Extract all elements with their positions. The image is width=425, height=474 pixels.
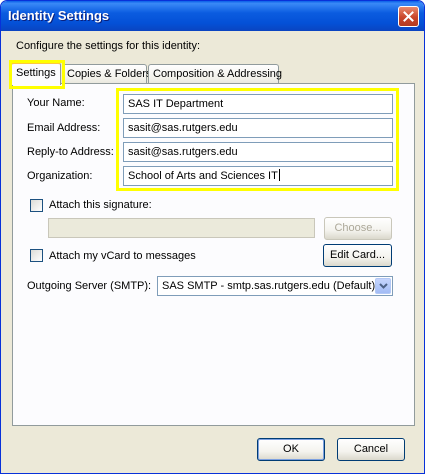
email-label: Email Address: [27,122,101,134]
your-name-label: Your Name: [27,97,85,109]
title-bar[interactable]: Identity Settings [1,1,424,31]
attach-signature-label: Attach this signature: [49,199,152,211]
tab-label: Settings [16,67,56,79]
organization-label: Organization: [27,170,93,182]
reply-to-label: Reply-to Address: [27,146,114,158]
attach-vcard-checkbox[interactable] [30,249,43,262]
attach-vcard-label: Attach my vCard to messages [49,250,196,262]
outgoing-server-value: SAS SMTP - smtp.sas.rutgers.edu (Default… [162,280,376,292]
signature-path-field[interactable] [48,218,315,238]
chevron-down-icon[interactable] [375,278,391,294]
tab-settings[interactable]: Settings [11,62,61,85]
window-title: Identity Settings [8,8,110,23]
intro-text: Configure the settings for this identity… [16,40,201,52]
outgoing-server-select[interactable]: SAS SMTP - smtp.sas.rutgers.edu (Default… [157,276,393,296]
attach-signature-checkbox[interactable] [30,199,43,212]
tab-label: Copies & Folders [67,68,152,80]
tab-composition-addressing[interactable]: Composition & Addressing [148,64,283,84]
tab-label: Composition & Addressing [153,68,283,80]
edit-card-button[interactable]: Edit Card... [323,244,392,267]
close-button[interactable] [398,6,419,27]
email-field[interactable]: sasit@sas.rutgers.edu [123,118,393,138]
close-icon [403,11,414,22]
cancel-button[interactable]: Cancel [337,438,405,461]
outgoing-server-label: Outgoing Server (SMTP): [27,280,152,292]
your-name-field[interactable]: SAS IT Department [123,94,393,114]
organization-value: School of Arts and Sciences IT [128,170,278,182]
identity-settings-dialog: Identity Settings Configure the settings… [0,0,425,474]
tab-copies-folders[interactable]: Copies & Folders [62,64,151,84]
ok-button[interactable]: OK [257,438,325,461]
text-caret [278,169,280,181]
choose-button[interactable]: Choose... [324,217,392,240]
reply-to-field[interactable]: sasit@sas.rutgers.edu [123,142,393,162]
organization-field[interactable]: School of Arts and Sciences IT [123,166,393,186]
